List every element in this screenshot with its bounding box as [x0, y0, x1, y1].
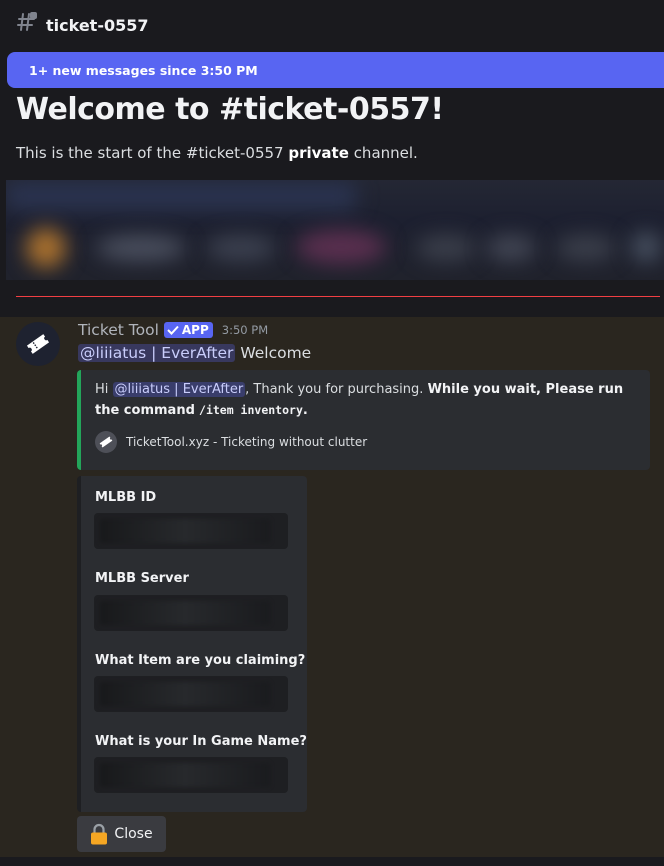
channel-title: ticket-0557 — [46, 15, 149, 35]
embed-period: . — [302, 403, 308, 418]
verified-check-icon — [167, 325, 179, 335]
embed-description: Hi @liiiatus | EverAfter, Thank you for … — [95, 380, 635, 421]
threaded-channel-hash-icon — [16, 11, 42, 39]
avatar[interactable] — [16, 322, 60, 366]
field-label: What is your In Game Name? — [95, 734, 307, 749]
ticket-icon — [26, 334, 50, 354]
embed: Hi @liiiatus | EverAfter, Thank you for … — [77, 370, 650, 470]
field-value-redacted — [94, 676, 288, 712]
channel-header: ticket-0557 — [0, 0, 664, 50]
form-responses-embed: MLBB ID MLBB Server What Item are you cl… — [77, 476, 307, 812]
ticket-tool-icon — [95, 431, 117, 453]
welcome-title: Welcome to #ticket-0557! — [16, 92, 444, 127]
user-mention[interactable]: @liiiatus | EverAfter — [78, 344, 236, 362]
message-header: Ticket Tool APP 3:50 PM — [78, 321, 268, 339]
new-messages-divider — [16, 296, 660, 297]
app-badge-label: APP — [181, 323, 209, 337]
field-label: MLBB Server — [95, 571, 189, 586]
welcome-sub-suffix: channel. — [353, 144, 418, 162]
author-name[interactable]: Ticket Tool — [78, 321, 159, 339]
welcome-sub-prefix: This is the start of the #ticket-0557 — [16, 144, 284, 162]
welcome-subtitle: This is the start of the #ticket-0557 pr… — [16, 144, 418, 162]
welcome-sub-bold: private — [288, 144, 349, 162]
blurred-content — [6, 180, 664, 280]
new-messages-bar[interactable]: 1+ new messages since 3:50 PM — [7, 52, 664, 88]
new-messages-text: 1+ new messages since 3:50 PM — [29, 62, 258, 78]
lock-icon — [91, 823, 108, 845]
embed-command: /item inventory — [199, 403, 303, 417]
embed-footer-text: TicketTool.xyz - Ticketing without clutt… — [126, 435, 368, 449]
field-label: MLBB ID — [95, 490, 157, 505]
message-timestamp: 3:50 PM — [221, 323, 269, 337]
embed-hi: Hi — [95, 382, 109, 397]
close-button[interactable]: Close — [77, 816, 166, 852]
embed-thanks: , Thank you for purchasing. — [245, 382, 424, 397]
field-value-redacted — [94, 595, 288, 631]
field-label: What Item are you claiming? — [95, 653, 306, 668]
field-value-redacted — [94, 757, 288, 793]
app-badge: APP — [163, 322, 213, 338]
field-value-redacted — [94, 513, 288, 549]
embed-user-mention[interactable]: @liiiatus | EverAfter — [112, 382, 246, 397]
message-text: Welcome — [240, 344, 312, 362]
close-button-label: Close — [114, 826, 153, 842]
embed-footer: TicketTool.xyz - Ticketing without clutt… — [95, 431, 367, 453]
message-content: @liiiatus | EverAfter Welcome — [78, 344, 311, 362]
